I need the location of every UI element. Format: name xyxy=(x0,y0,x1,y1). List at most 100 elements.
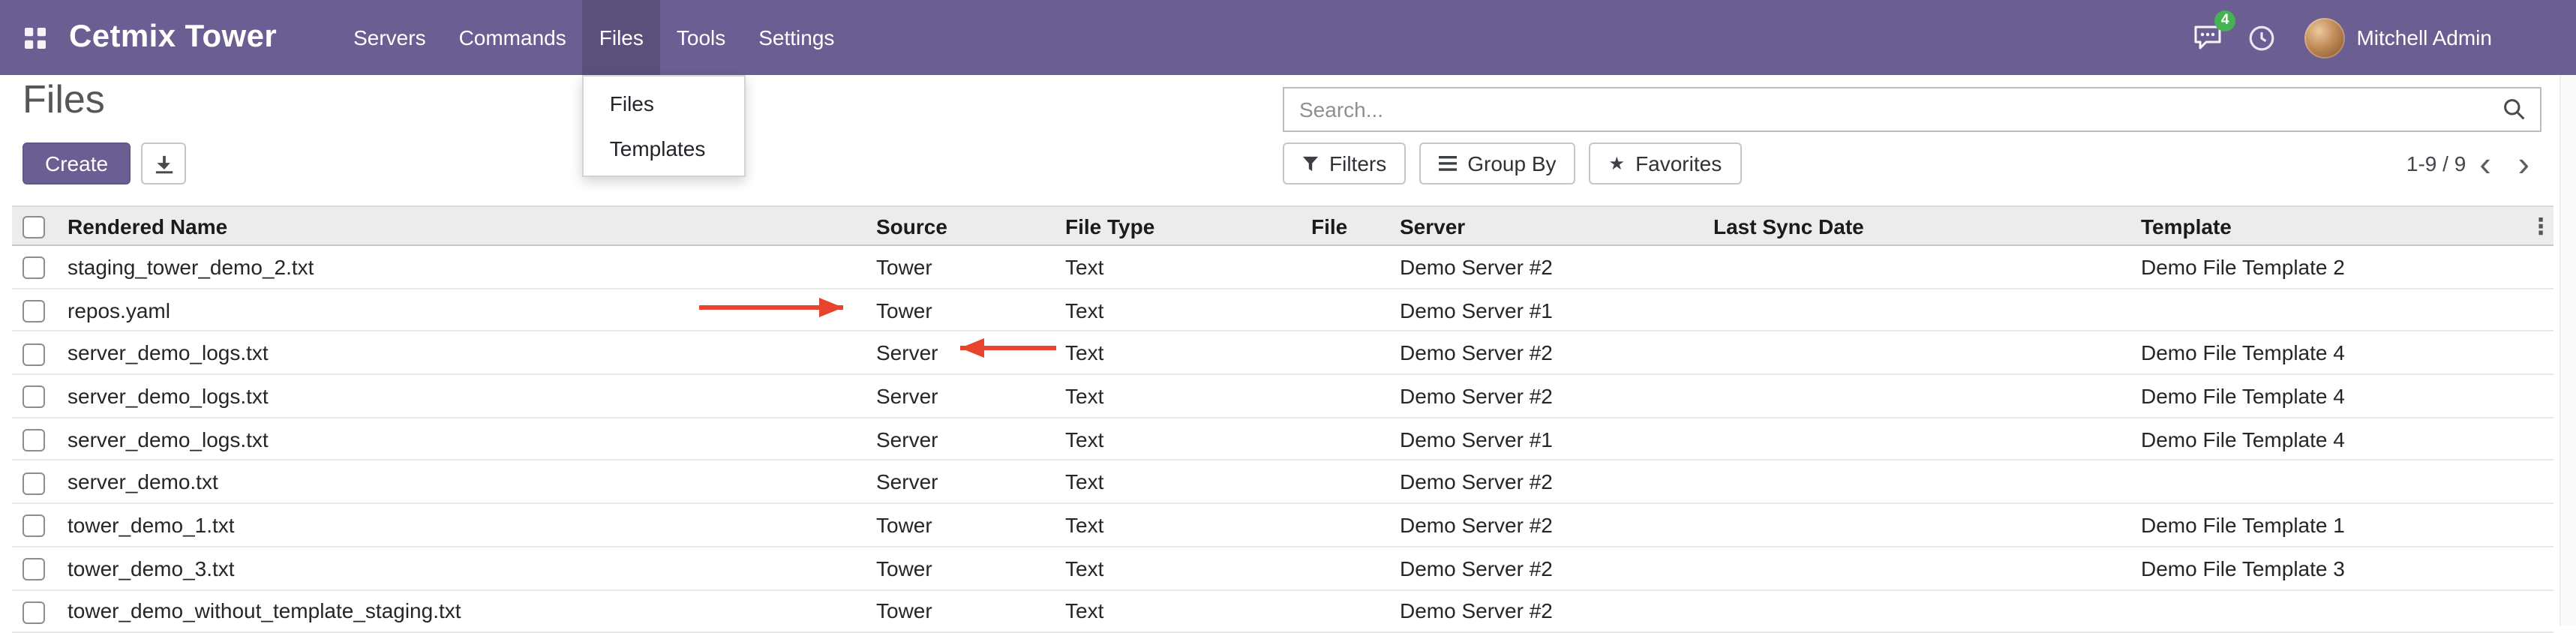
cell-template[interactable]: Demo File Template 4 xyxy=(2141,332,2520,374)
row-checkbox[interactable] xyxy=(23,256,45,279)
filters-button[interactable]: Filters xyxy=(1283,142,1406,184)
export-button[interactable] xyxy=(141,142,186,184)
table-row[interactable]: tower_demo_1.txt Tower Text Demo Server … xyxy=(12,503,2553,546)
app-brand[interactable]: Cetmix Tower xyxy=(69,0,277,75)
cell-template[interactable]: Demo File Template 4 xyxy=(2141,374,2520,417)
cell-template[interactable] xyxy=(2141,288,2520,331)
cell-last-sync-date[interactable] xyxy=(1713,288,2141,331)
cell-file-type[interactable]: Text xyxy=(1065,503,1311,546)
cell-file[interactable] xyxy=(1311,332,1400,374)
row-checkbox[interactable] xyxy=(23,558,45,580)
favorites-button[interactable]: ★ Favorites xyxy=(1590,142,1742,184)
table-row[interactable]: server_demo_logs.txt Server Text Demo Se… xyxy=(12,374,2553,417)
scrollbar-track[interactable] xyxy=(2559,75,2576,626)
cell-last-sync-date[interactable] xyxy=(1713,332,2141,374)
cell-server[interactable]: Demo Server #2 xyxy=(1400,590,1713,632)
dropdown-item-templates[interactable]: Templates xyxy=(584,126,745,171)
cell-file-type[interactable]: Text xyxy=(1065,332,1311,374)
col-template[interactable]: Template xyxy=(2141,206,2520,245)
cell-file-type[interactable]: Text xyxy=(1065,245,1311,288)
cell-rendered-name[interactable]: server_demo_logs.txt xyxy=(68,418,876,460)
cell-rendered-name[interactable]: server_demo_logs.txt xyxy=(68,332,876,374)
cell-rendered-name[interactable]: server_demo_logs.txt xyxy=(68,374,876,417)
table-row[interactable]: tower_demo_without_template_staging.txt … xyxy=(12,590,2553,632)
select-all-checkbox[interactable] xyxy=(23,216,45,238)
cell-template[interactable]: Demo File Template 1 xyxy=(2141,503,2520,546)
table-row[interactable]: server_demo_logs.txt Server Text Demo Se… xyxy=(12,418,2553,460)
cell-file-type[interactable]: Text xyxy=(1065,460,1311,503)
cell-file-type[interactable]: Text xyxy=(1065,547,1311,590)
cell-source[interactable]: Server xyxy=(876,460,1065,503)
cell-source[interactable]: Server xyxy=(876,418,1065,460)
cell-server[interactable]: Demo Server #2 xyxy=(1400,332,1713,374)
cell-template[interactable]: Demo File Template 3 xyxy=(2141,547,2520,590)
col-file[interactable]: File xyxy=(1311,206,1400,245)
cell-source[interactable]: Server xyxy=(876,332,1065,374)
cell-server[interactable]: Demo Server #2 xyxy=(1400,374,1713,417)
user-menu[interactable]: Mitchell Admin xyxy=(2304,17,2492,58)
row-checkbox[interactable] xyxy=(23,429,45,452)
cell-rendered-name[interactable]: tower_demo_3.txt xyxy=(68,547,876,590)
row-checkbox[interactable] xyxy=(23,515,45,538)
cell-file[interactable] xyxy=(1311,418,1400,460)
cell-source[interactable]: Tower xyxy=(876,590,1065,632)
cell-last-sync-date[interactable] xyxy=(1713,503,2141,546)
col-rendered-name[interactable]: Rendered Name xyxy=(68,206,876,245)
cell-rendered-name[interactable]: repos.yaml xyxy=(68,288,876,331)
cell-source[interactable]: Tower xyxy=(876,245,1065,288)
table-row[interactable]: repos.yaml Tower Text Demo Server #1 xyxy=(12,288,2553,331)
cell-template[interactable]: Demo File Template 4 xyxy=(2141,418,2520,460)
cell-template[interactable]: Demo File Template 2 xyxy=(2141,245,2520,288)
pager-next-button[interactable]: › xyxy=(2505,148,2543,178)
cell-last-sync-date[interactable] xyxy=(1713,547,2141,590)
messages-button[interactable]: 4 xyxy=(2181,0,2235,75)
cell-file[interactable] xyxy=(1311,590,1400,632)
cell-file[interactable] xyxy=(1311,503,1400,546)
create-button[interactable]: Create xyxy=(23,142,131,184)
cell-last-sync-date[interactable] xyxy=(1713,460,2141,503)
row-checkbox[interactable] xyxy=(23,300,45,322)
col-file-type[interactable]: File Type xyxy=(1065,206,1311,245)
cell-file-type[interactable]: Text xyxy=(1065,418,1311,460)
cell-template[interactable] xyxy=(2141,460,2520,503)
cell-server[interactable]: Demo Server #2 xyxy=(1400,245,1713,288)
cell-rendered-name[interactable]: server_demo.txt xyxy=(68,460,876,503)
cell-server[interactable]: Demo Server #2 xyxy=(1400,503,1713,546)
row-checkbox[interactable] xyxy=(23,472,45,494)
cell-server[interactable]: Demo Server #2 xyxy=(1400,547,1713,590)
pager-previous-button[interactable]: ‹ xyxy=(2466,148,2504,178)
cell-file-type[interactable]: Text xyxy=(1065,288,1311,331)
cell-file-type[interactable]: Text xyxy=(1065,374,1311,417)
cell-source[interactable]: Tower xyxy=(876,503,1065,546)
col-server[interactable]: Server xyxy=(1400,206,1713,245)
cell-file-type[interactable]: Text xyxy=(1065,590,1311,632)
cell-last-sync-date[interactable] xyxy=(1713,374,2141,417)
activities-button[interactable] xyxy=(2235,0,2289,75)
cell-server[interactable]: Demo Server #1 xyxy=(1400,418,1713,460)
cell-server[interactable]: Demo Server #2 xyxy=(1400,460,1713,503)
menu-files[interactable]: Files Files Templates xyxy=(583,0,660,75)
optional-columns-toggle[interactable]: ⋮ xyxy=(2520,212,2553,239)
cell-last-sync-date[interactable] xyxy=(1713,245,2141,288)
col-source[interactable]: Source xyxy=(876,206,1065,245)
row-checkbox[interactable] xyxy=(23,343,45,365)
cell-last-sync-date[interactable] xyxy=(1713,418,2141,460)
table-row[interactable]: server_demo_logs.txt Server Text Demo Se… xyxy=(12,332,2553,374)
menu-servers[interactable]: Servers xyxy=(337,0,442,75)
cell-template[interactable] xyxy=(2141,590,2520,632)
search-submit-button[interactable] xyxy=(2489,88,2540,130)
cell-source[interactable]: Tower xyxy=(876,547,1065,590)
cell-rendered-name[interactable]: tower_demo_without_template_staging.txt xyxy=(68,590,876,632)
table-row[interactable]: staging_tower_demo_2.txt Tower Text Demo… xyxy=(12,245,2553,288)
cell-source[interactable]: Server xyxy=(876,374,1065,417)
row-checkbox[interactable] xyxy=(23,601,45,623)
dropdown-item-files[interactable]: Files xyxy=(584,81,745,126)
cell-rendered-name[interactable]: staging_tower_demo_2.txt xyxy=(68,245,876,288)
menu-settings[interactable]: Settings xyxy=(742,0,851,75)
group-by-button[interactable]: Group By xyxy=(1419,142,1575,184)
cell-server[interactable]: Demo Server #1 xyxy=(1400,288,1713,331)
cell-last-sync-date[interactable] xyxy=(1713,590,2141,632)
cell-file[interactable] xyxy=(1311,460,1400,503)
cell-file[interactable] xyxy=(1311,288,1400,331)
table-row[interactable]: tower_demo_3.txt Tower Text Demo Server … xyxy=(12,547,2553,590)
